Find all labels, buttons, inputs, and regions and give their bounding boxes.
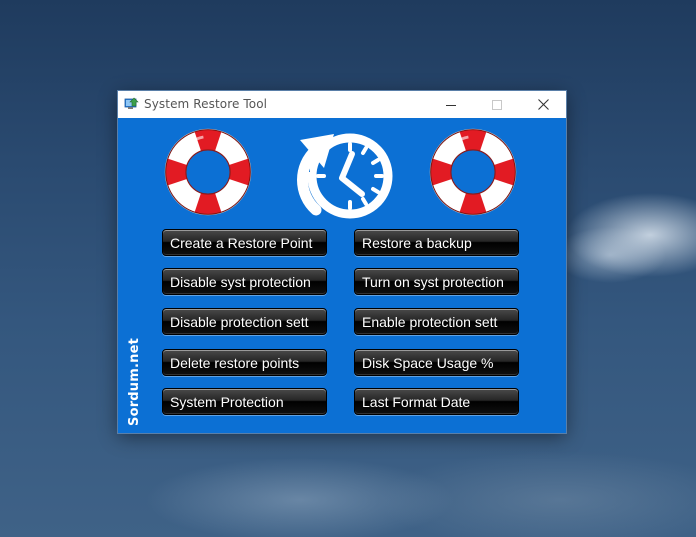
main-panel: Create a Restore Point Restore a backup … (118, 118, 566, 433)
window-title: System Restore Tool (144, 97, 268, 111)
minimize-button[interactable] (428, 91, 474, 118)
create-restore-point-button[interactable]: Create a Restore Point (162, 229, 327, 256)
app-window: System Restore Tool Create a Restore Poi… (118, 91, 566, 433)
maximize-icon (492, 99, 502, 110)
last-format-date-button[interactable]: Last Format Date (354, 388, 519, 415)
system-protection-button[interactable]: System Protection (162, 388, 327, 415)
enable-protection-settings-button[interactable]: Enable protection sett (354, 308, 519, 335)
disk-space-usage-button[interactable]: Disk Space Usage % (354, 349, 519, 376)
delete-restore-points-button[interactable]: Delete restore points (162, 349, 327, 376)
maximize-button[interactable] (474, 91, 520, 118)
restore-backup-button[interactable]: Restore a backup (354, 229, 519, 256)
lifebuoy-icon (164, 128, 252, 216)
turn-on-system-protection-button[interactable]: Turn on syst protection (354, 268, 519, 295)
clock-restore-icon (294, 133, 393, 219)
brand-link[interactable]: Sordum.net (127, 338, 142, 426)
app-icon (124, 97, 139, 109)
close-button[interactable] (520, 91, 566, 118)
disable-protection-settings-button[interactable]: Disable protection sett (162, 308, 327, 335)
disable-system-protection-button[interactable]: Disable syst protection (162, 268, 327, 295)
title-bar[interactable]: System Restore Tool (118, 91, 566, 118)
close-icon (537, 99, 549, 110)
minimize-icon (446, 104, 456, 106)
lifebuoy-icon (429, 128, 517, 216)
